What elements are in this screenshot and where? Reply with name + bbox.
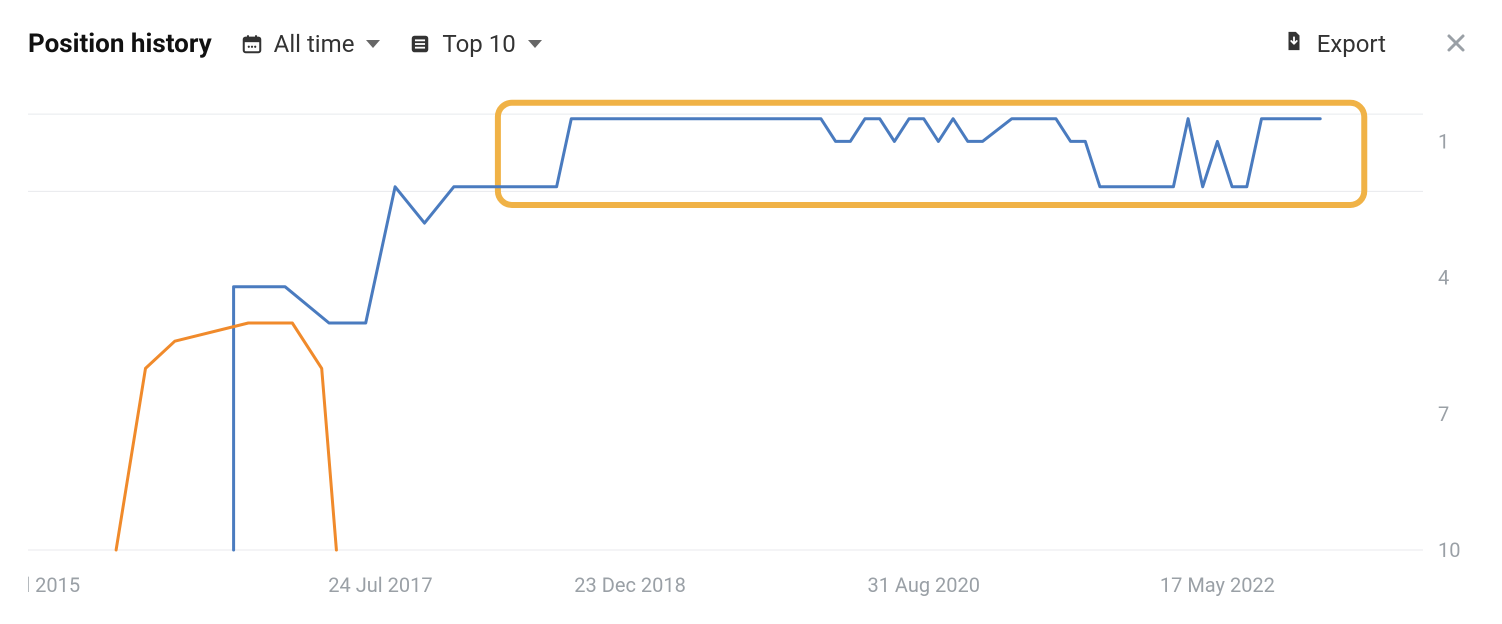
y-axis-tick: 4 (1438, 266, 1449, 290)
header-bar: Position history All time (28, 20, 1474, 68)
y-axis-tick: 7 (1438, 402, 1449, 426)
y-axis-tick: 1 (1438, 129, 1449, 153)
close-icon (1444, 31, 1468, 55)
chart-series-orange (116, 323, 336, 550)
position-history-chart[interactable]: 1 4 7 10 24 Jul 2015 24 Jul 2017 23 Dec 2018 31… (28, 80, 1474, 604)
calendar-icon (240, 32, 264, 56)
chart-series-blue (234, 119, 1321, 550)
x-axis-tick: 24 Jul 2017 (328, 573, 432, 597)
position-range-label: Top 10 (442, 30, 515, 58)
x-axis-tick: 23 Dec 2018 (574, 573, 686, 597)
export-button[interactable]: Export (1283, 30, 1386, 58)
time-range-label: All time (274, 30, 355, 58)
y-axis-tick: 10 (1438, 538, 1460, 562)
time-range-dropdown[interactable]: All time (240, 30, 381, 58)
chevron-down-icon (366, 40, 380, 48)
x-axis-tick: 31 Aug 2020 (867, 573, 980, 597)
chart-area: 1 4 7 10 24 Jul 2015 24 Jul 2017 23 Dec 2018 31… (28, 80, 1474, 604)
x-axis-tick: 24 Jul 2015 (28, 573, 80, 597)
list-icon (408, 32, 432, 56)
position-range-dropdown[interactable]: Top 10 (408, 30, 541, 58)
export-label: Export (1317, 30, 1386, 58)
close-button[interactable] (1438, 24, 1474, 64)
x-axis-tick: 17 May 2022 (1160, 573, 1275, 597)
download-icon (1283, 30, 1305, 58)
chevron-down-icon (528, 40, 542, 48)
page-title: Position history (28, 29, 212, 59)
